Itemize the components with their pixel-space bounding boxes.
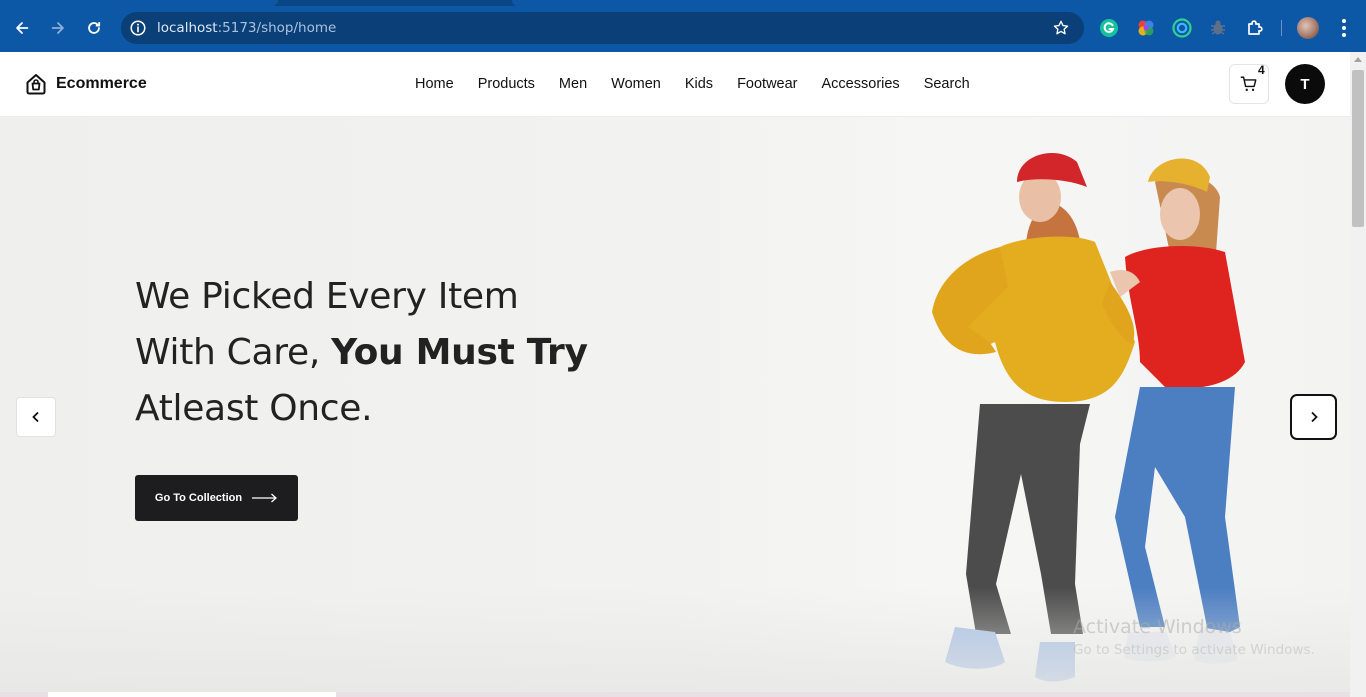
back-button[interactable] — [8, 14, 36, 42]
bottom-content-strip — [0, 692, 1350, 697]
tab-strip — [0, 0, 1366, 6]
kebab-menu-icon[interactable] — [1335, 17, 1353, 39]
next-slide-button[interactable] — [1290, 394, 1337, 440]
go-to-collection-button[interactable]: Go To Collection — [135, 475, 298, 521]
hero-heading: We Picked Every Item With Care, You Must… — [135, 269, 588, 437]
hero-line-3: Atleast Once. — [135, 388, 373, 429]
address-bar[interactable]: localhost:5173/shop/home — [121, 12, 1084, 44]
nav-kids[interactable]: Kids — [685, 76, 713, 92]
watermark-title: Activate Windows — [1073, 616, 1242, 638]
model-yellow-sweater — [932, 152, 1135, 682]
color-wheel-icon — [1138, 20, 1154, 36]
shopping-cart-icon — [1240, 76, 1257, 92]
extensions-button[interactable] — [1245, 18, 1265, 38]
main-navigation: Home Products Men Women Kids Footwear Ac… — [415, 76, 970, 92]
grammarly-extension[interactable] — [1099, 18, 1119, 38]
background-tab[interactable] — [512, 0, 1366, 6]
reload-icon — [88, 22, 101, 34]
model-red-sweater — [1110, 158, 1245, 664]
store-home-icon — [26, 74, 46, 95]
url-path: :5173/shop/home — [217, 20, 337, 36]
nav-home[interactable]: Home — [415, 76, 454, 92]
hero-line-2-bold: You Must Try — [331, 332, 588, 373]
toolbar-divider — [1281, 20, 1282, 36]
active-tab[interactable] — [0, 0, 278, 6]
hero-line-2: With Care, — [135, 332, 320, 373]
scrollbar-thumb[interactable] — [1352, 70, 1364, 227]
target-extension-icon — [1172, 18, 1192, 38]
cart-count-badge: 4 — [1258, 63, 1265, 77]
profile-avatar[interactable] — [1297, 17, 1319, 39]
hero-line-1: We Picked Every Item — [135, 276, 519, 317]
nav-search[interactable]: Search — [924, 76, 970, 92]
long-arrow-right-icon — [252, 493, 278, 503]
target-extension[interactable] — [1172, 18, 1192, 38]
url-host: localhost — [157, 20, 218, 36]
url-text[interactable]: localhost:5173/shop/home — [157, 20, 336, 36]
browser-toolbar: localhost:5173/shop/home — [0, 0, 1366, 52]
nav-accessories[interactable]: Accessories — [822, 76, 900, 92]
brand-name: Ecommerce — [56, 75, 147, 92]
reload-button[interactable] — [80, 14, 108, 42]
nav-men[interactable]: Men — [559, 76, 587, 92]
forward-arrow-icon — [51, 22, 64, 34]
bug-extension[interactable] — [1208, 18, 1228, 38]
nav-products[interactable]: Products — [478, 76, 535, 92]
nav-women[interactable]: Women — [611, 76, 661, 92]
grammarly-icon — [1100, 19, 1118, 37]
puzzle-extensions-icon — [1248, 20, 1263, 35]
bottom-strip-segment — [48, 692, 336, 697]
user-avatar-button[interactable]: T — [1285, 64, 1325, 104]
bug-extension-icon — [1211, 20, 1225, 35]
color-extension[interactable] — [1136, 18, 1156, 38]
watermark-subtitle: Go to Settings to activate Windows. — [1073, 642, 1315, 658]
brand-logo[interactable]: Ecommerce — [24, 72, 147, 96]
windows-activation-watermark: Activate Windows Go to Settings to activ… — [1073, 616, 1315, 658]
site-info-icon[interactable] — [129, 19, 147, 37]
cta-label: Go To Collection — [154, 492, 243, 504]
back-arrow-icon — [16, 22, 29, 34]
hero-models-image — [932, 152, 1245, 682]
nav-footwear[interactable]: Footwear — [737, 76, 797, 92]
previous-slide-button[interactable] — [16, 397, 56, 437]
site-header: Ecommerce Home Products Men Women Kids F… — [0, 52, 1350, 117]
chevron-right-icon — [1310, 411, 1318, 423]
forward-button[interactable] — [44, 14, 72, 42]
hero-banner: We Picked Every Item With Care, You Must… — [0, 117, 1350, 697]
scroll-up-arrow-icon[interactable] — [1354, 57, 1362, 62]
bookmark-star-icon[interactable] — [1052, 19, 1070, 37]
chevron-left-icon — [32, 411, 39, 423]
